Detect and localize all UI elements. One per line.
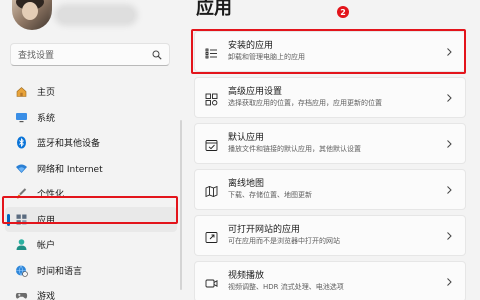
card-subtitle: 下载、存储位置、地图更新	[228, 190, 312, 199]
video-icon	[205, 275, 218, 288]
card-title: 视频播放	[228, 270, 265, 281]
chevron-right-icon	[447, 186, 452, 194]
default-apps-icon	[205, 137, 218, 151]
advanced-apps-icon	[205, 91, 218, 106]
sidebar-item-network[interactable]: 网络和 Internet	[5, 156, 177, 182]
card-advanced-app-settings[interactable]: 高级应用设置 选择获取应用的位置，存档应用，应用更新的位置	[194, 77, 466, 118]
page-title: 应用	[196, 0, 232, 19]
card-offline-maps[interactable]: 离线地图 下载、存储位置、地图更新	[194, 169, 466, 210]
monitor-icon	[15, 111, 28, 124]
card-title: 离线地图	[228, 178, 265, 189]
card-title: 高级应用设置	[228, 86, 283, 97]
globe-clock-icon	[15, 264, 28, 277]
sidebar-nav: 主页 系统 蓝牙和其他设备 网络和 Internet 个性化 应用 帐户 时间和…	[5, 79, 177, 300]
sidebar: 查找设置 主页 系统 蓝牙和其他设备 网络和 Internet 个性化 应用 帐…	[0, 0, 183, 300]
sidebar-item-bluetooth[interactable]: 蓝牙和其他设备	[5, 130, 177, 156]
sidebar-item-label: 主页	[37, 88, 56, 99]
open-web-icon	[205, 229, 218, 243]
sidebar-item-system[interactable]: 系统	[5, 105, 177, 131]
chevron-right-icon	[447, 94, 452, 102]
sidebar-item-gaming[interactable]: 游戏	[5, 283, 177, 300]
avatar-face	[22, 2, 38, 20]
card-apps-for-websites[interactable]: 可打开网站的应用 可在应用而不是浏览器中打开的网站	[194, 215, 466, 256]
card-default-apps[interactable]: 默认应用 播放文件和链接的默认应用，其他默认设置	[194, 123, 466, 164]
sidebar-item-home[interactable]: 主页	[5, 79, 177, 105]
search-input[interactable]: 查找设置	[18, 48, 152, 61]
card-title: 默认应用	[228, 132, 265, 143]
sidebar-item-time-language[interactable]: 时间和语言	[5, 258, 177, 284]
chevron-right-icon	[447, 232, 452, 240]
chevron-right-icon	[447, 278, 452, 286]
home-icon	[15, 85, 28, 98]
wifi-icon	[15, 162, 28, 175]
search-box[interactable]: 查找设置	[10, 43, 170, 66]
sidebar-item-label: 游戏	[37, 292, 56, 300]
card-subtitle: 视频调整、HDR 流式处理、电池选项	[228, 282, 344, 291]
search-icon[interactable]	[152, 45, 162, 64]
card-subtitle: 播放文件和链接的默认应用，其他默认设置	[228, 144, 361, 153]
card-video-playback[interactable]: 视频播放 视频调整、HDR 流式处理、电池选项	[194, 261, 466, 300]
sidebar-item-label: 系统	[37, 113, 56, 124]
person-icon	[15, 238, 28, 251]
sidebar-item-label: 帐户	[37, 241, 56, 252]
chevron-right-icon	[447, 140, 452, 148]
user-name-redacted	[58, 8, 134, 22]
sidebar-item-label: 蓝牙和其他设备	[37, 139, 101, 150]
step-badge: 2	[337, 6, 349, 18]
card-title: 可打开网站的应用	[228, 224, 301, 235]
gamepad-icon	[15, 289, 28, 300]
main-scrollbar[interactable]	[472, 0, 476, 300]
map-icon	[205, 183, 218, 198]
sidebar-item-label: 时间和语言	[37, 266, 83, 277]
sidebar-scrollbar[interactable]	[180, 120, 182, 290]
card-subtitle: 可在应用而不是浏览器中打开的网站	[228, 236, 340, 245]
annotation-highlight-apps	[2, 196, 178, 224]
sidebar-item-label: 网络和 Internet	[37, 164, 103, 175]
annotation-highlight-installed-apps	[191, 29, 466, 74]
avatar[interactable]	[12, 0, 52, 30]
bluetooth-icon	[15, 136, 28, 149]
sidebar-item-accounts[interactable]: 帐户	[5, 232, 177, 258]
card-subtitle: 选择获取应用的位置，存档应用，应用更新的位置	[228, 98, 382, 107]
